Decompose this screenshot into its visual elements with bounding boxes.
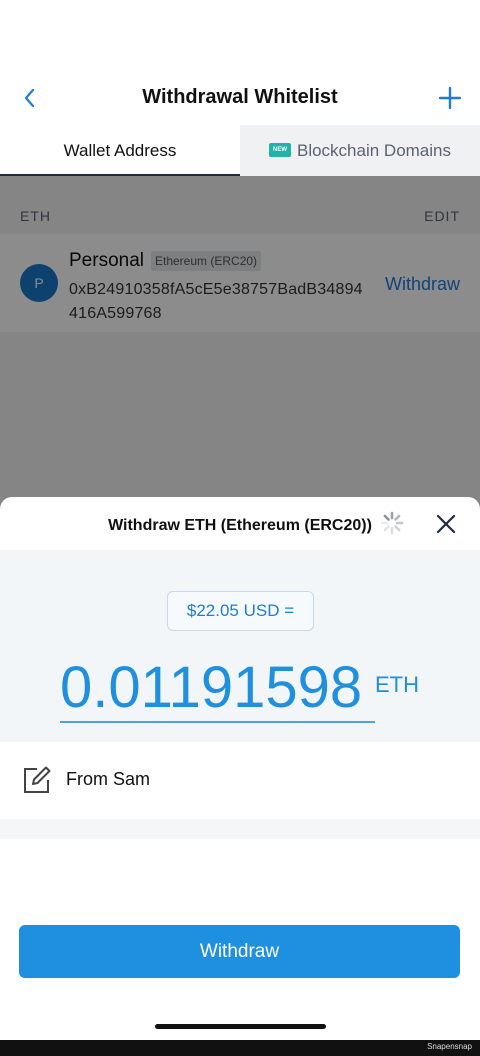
edit-note-icon: [24, 766, 51, 793]
amount-area: $22.05 USD = 0.01191598 ETH: [0, 550, 480, 742]
loading-spinner-icon: [380, 511, 404, 535]
tab-blockchain-domains[interactable]: NEW Blockchain Domains: [240, 125, 480, 176]
tab-wallet-address[interactable]: Wallet Address: [0, 125, 240, 176]
tab-bar: Wallet Address NEW Blockchain Domains: [0, 125, 480, 176]
close-icon[interactable]: [434, 512, 458, 536]
memo-field[interactable]: From Sam: [0, 742, 480, 819]
amount-underline: [60, 721, 375, 723]
plus-icon[interactable]: [438, 86, 462, 110]
eth-unit-label: ETH: [375, 672, 419, 697]
home-indicator: [155, 1024, 326, 1029]
memo-text: From Sam: [66, 769, 151, 789]
withdraw-button[interactable]: Withdraw: [19, 925, 460, 978]
eth-amount-input[interactable]: 0.01191598: [60, 654, 362, 721]
sheet-title: Withdraw ETH (Ethereum (ERC20)): [108, 517, 372, 534]
page-title: Withdrawal Whitelist: [142, 86, 338, 108]
withdraw-sheet: Withdraw ETH (Ethereum (ERC20)) $22.05 U…: [0, 497, 480, 1056]
new-badge: NEW: [268, 142, 291, 157]
watermark-text: Snapensnap: [427, 1042, 472, 1051]
watermark-bar: Snapensnap: [0, 1040, 480, 1056]
tab-label: Wallet Address: [63, 141, 177, 160]
divider: [0, 819, 480, 839]
nav-bar: Withdrawal Whitelist: [0, 0, 480, 125]
usd-value-pill[interactable]: $22.05 USD =: [167, 591, 314, 631]
tab-label: Blockchain Domains: [296, 141, 451, 160]
